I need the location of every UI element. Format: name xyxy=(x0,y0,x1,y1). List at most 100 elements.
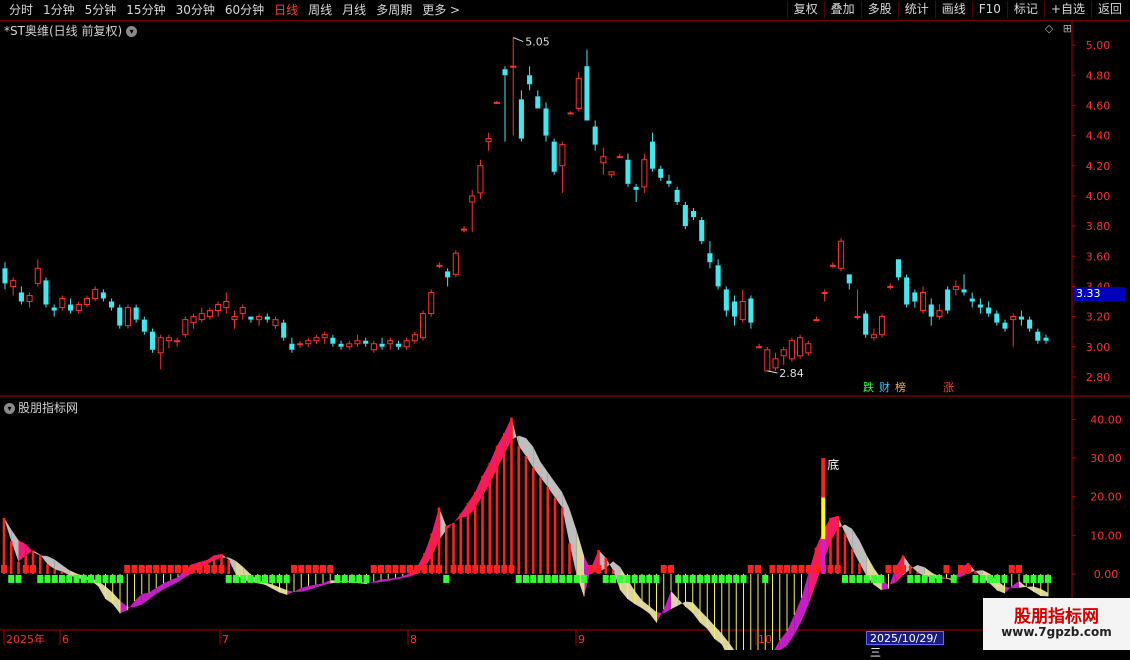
period-tab[interactable]: 日线 xyxy=(269,2,303,18)
indicator-band xyxy=(149,587,157,600)
trend-marker-up xyxy=(30,564,36,573)
period-tab[interactable]: 1分钟 xyxy=(38,2,80,18)
candle-body xyxy=(977,304,983,308)
trend-marker-down xyxy=(334,574,341,583)
toolbar-button[interactable]: 复权 xyxy=(786,1,824,18)
trend-marker-up xyxy=(378,564,384,573)
trend-marker-up xyxy=(392,564,399,573)
trend-marker-down xyxy=(262,574,268,583)
indicator-title[interactable]: ▾ 股朋指标网 xyxy=(4,399,78,416)
candlestick xyxy=(838,238,845,272)
toolbar-button[interactable]: 多股 xyxy=(860,1,898,18)
candlestick xyxy=(34,259,41,287)
indicator-band xyxy=(917,565,925,577)
event-tag-fall[interactable]: 跌 xyxy=(862,381,875,395)
trend-marker-up xyxy=(776,564,783,573)
period-tab[interactable]: 更多 > xyxy=(417,2,465,18)
period-tab[interactable]: 5分钟 xyxy=(80,2,122,18)
candle-body xyxy=(477,165,484,194)
candlestick xyxy=(370,340,377,353)
period-tab[interactable]: 月线 xyxy=(337,2,371,18)
candlestick xyxy=(117,304,123,329)
candle-body xyxy=(436,264,443,267)
trend-marker-up xyxy=(124,564,131,573)
trend-marker-down xyxy=(15,574,22,583)
period-tab[interactable]: 15分钟 xyxy=(121,2,170,18)
indicator-band xyxy=(141,592,149,605)
trend-marker-down xyxy=(675,574,682,583)
event-tag-finance[interactable]: 财 xyxy=(878,381,891,395)
period-tab[interactable]: 周线 xyxy=(303,2,337,18)
candle-body xyxy=(165,337,172,342)
period-tab[interactable]: 多周期 xyxy=(371,2,417,18)
candle-body xyxy=(690,211,697,218)
trend-marker-up xyxy=(747,564,754,573)
trend-marker-down xyxy=(704,574,711,583)
candlestick xyxy=(469,189,476,233)
candlestick xyxy=(141,316,147,335)
candle-body xyxy=(363,340,369,344)
trend-marker-up xyxy=(900,564,906,573)
candlestick xyxy=(977,298,983,314)
indicator-band xyxy=(642,600,650,614)
candlestick xyxy=(313,334,320,344)
toolbar-button[interactable]: 画线 xyxy=(934,1,972,18)
candle-body xyxy=(551,141,557,172)
trend-marker-down xyxy=(602,574,609,583)
signal-bar-bottom xyxy=(821,539,826,574)
indicator-band xyxy=(671,590,679,610)
trend-marker-up xyxy=(755,564,761,573)
candlestick xyxy=(10,277,17,296)
indicator-title-text: 股朋指标网 xyxy=(18,401,79,415)
toolbar-button[interactable]: F10 xyxy=(971,1,1007,18)
candle-body xyxy=(141,319,147,332)
candle-body xyxy=(904,277,910,305)
trend-marker-down xyxy=(349,574,355,583)
candle-body xyxy=(797,337,804,357)
candle-body xyxy=(460,228,468,231)
toolbar-button[interactable]: 返回 xyxy=(1090,1,1128,18)
toolbar-button[interactable]: +自选 xyxy=(1043,1,1091,18)
trend-marker-down xyxy=(849,574,856,583)
candle-body xyxy=(510,65,517,68)
candle-body xyxy=(297,343,304,346)
candlestick xyxy=(477,159,484,199)
trend-marker-down xyxy=(921,574,928,583)
stock-title[interactable]: *ST奥维(日线 前复权) ▾ xyxy=(4,22,138,39)
candle-body xyxy=(485,138,492,143)
event-tag-board[interactable]: 榜 xyxy=(894,381,907,395)
candle-body xyxy=(264,316,270,320)
trend-marker-up xyxy=(298,564,305,573)
candle-body xyxy=(829,264,836,267)
candlestick xyxy=(928,298,934,326)
candle-body xyxy=(354,340,361,345)
period-tab[interactable]: 60分钟 xyxy=(220,2,269,18)
trend-marker-down xyxy=(566,574,573,583)
chevron-down-icon[interactable]: ▾ xyxy=(4,403,15,414)
candle-body xyxy=(2,268,8,284)
event-tag-rise[interactable]: 涨 xyxy=(942,381,955,395)
chevron-down-icon[interactable]: ▾ xyxy=(126,26,138,37)
toolbar-button[interactable]: 叠加 xyxy=(823,1,861,18)
trend-marker-down xyxy=(842,574,848,583)
toolbar-button[interactable]: 标记 xyxy=(1006,1,1044,18)
chart-canvas: 底 2.803.003.203.403.603.804.004.204.404.… xyxy=(0,20,1130,650)
diamond-icon[interactable]: ◇ xyxy=(1045,22,1053,35)
trend-marker-up xyxy=(160,564,167,573)
toolbar-button[interactable]: 统计 xyxy=(897,1,935,18)
period-tab[interactable]: 30分钟 xyxy=(171,2,220,18)
indicator-tick-label: 40.00 xyxy=(1090,413,1122,426)
indicator-band xyxy=(1026,586,1034,592)
period-tab[interactable]: 分时 xyxy=(4,2,38,18)
candlestick xyxy=(674,186,680,205)
trend-marker-up xyxy=(1016,564,1022,573)
candle-body xyxy=(707,253,713,263)
trend-marker-up xyxy=(813,564,819,573)
candlestick xyxy=(133,304,139,323)
trend-marker-down xyxy=(1045,574,1051,583)
trend-marker-up xyxy=(167,564,174,573)
candle-body xyxy=(821,291,828,294)
trend-marker-down xyxy=(682,574,689,583)
grid-icon[interactable]: ⊞ xyxy=(1063,22,1072,35)
indicator-series: 底 xyxy=(1,417,1051,650)
